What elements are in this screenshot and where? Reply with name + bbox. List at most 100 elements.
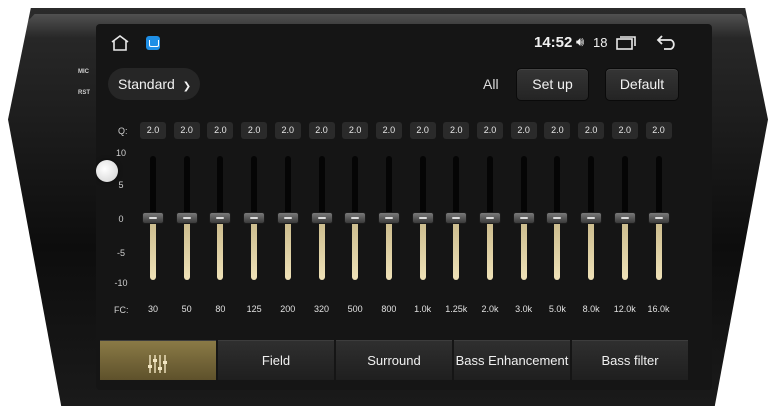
eq-band: 2.0 30 [138,120,168,320]
gain-slider-thumb[interactable] [377,212,400,224]
eq-band: 2.0 16.0k [644,120,674,320]
frequency-label: 1.0k [414,304,432,314]
q-value-box[interactable]: 2.0 [578,122,605,139]
eq-band: 2.0 3.0k [509,120,539,320]
mic-label: MIC [78,69,89,75]
status-bar: 14:52 🔊︎ 18 [96,24,712,60]
scale-label: 10 [115,148,126,158]
gain-slider-fill [487,218,493,280]
tab-bass-enhancement[interactable]: Bass Enhancement [454,340,570,380]
gain-slider-thumb[interactable] [276,212,299,224]
frequency-label: 30 [147,304,158,314]
frequency-label: 200 [280,304,296,314]
preset-label: Standard [118,76,175,92]
gain-slider-thumb[interactable] [479,212,501,224]
gain-slider-thumb[interactable] [613,212,636,224]
gain-slider-thumb[interactable] [310,212,333,224]
tab-field[interactable]: Field [218,340,334,380]
tab-bass-filter[interactable]: Bass filter [572,340,688,380]
q-value-box[interactable]: 2.0 [443,122,470,139]
q-value-box[interactable]: 2.0 [342,122,369,139]
q-value-box[interactable]: 2.0 [611,122,638,139]
gain-slider-fill [453,218,460,280]
q-value-box[interactable]: 2.0 [544,122,571,139]
gain-slider-thumb[interactable] [647,212,670,224]
gain-slider-fill [217,218,224,280]
fc-axis-label: FC: [114,305,129,315]
frequency-label: 12.0k [613,304,636,314]
tab-equalizer[interactable] [100,340,216,380]
gain-slider-fill [419,218,426,280]
frequency-label: 5.0k [548,304,566,314]
gain-slider-thumb[interactable] [445,212,468,224]
recent-apps-icon[interactable] [616,36,636,50]
q-value-box[interactable]: 2.0 [409,122,436,139]
gain-slider-fill [655,218,662,280]
gain-slider-fill [621,218,628,280]
q-value-box[interactable]: 2.0 [274,122,301,139]
q-value-box[interactable]: 2.0 [375,122,402,139]
q-value-box[interactable]: 2.0 [645,122,672,139]
gain-slider-thumb[interactable] [411,212,434,224]
back-icon[interactable] [656,34,678,50]
eq-band: 2.0 80 [205,120,235,320]
volume-icon[interactable]: 🔊︎ [576,34,584,50]
eq-band: 2.0 2.0k [475,120,505,320]
gain-slider-thumb[interactable] [209,212,232,224]
volume-level: 18 [593,35,608,50]
gain-slider-thumb[interactable] [142,212,164,224]
q-value-box[interactable]: 2.0 [140,122,166,139]
gain-slider-fill [588,218,595,280]
eq-band: 2.0 8.0k [576,120,606,320]
q-value-box[interactable]: 2.0 [477,122,503,139]
gain-slider-fill [183,218,190,280]
reset-label[interactable]: RST [78,90,90,96]
gain-slider-fill [284,218,291,280]
scale-label: 5 [118,180,124,190]
gain-slider-fill [251,218,258,280]
eq-band: 2.0 1.25k [441,120,471,320]
gain-slider-thumb[interactable] [580,212,603,224]
frequency-label: 320 [313,304,330,314]
q-value-box[interactable]: 2.0 [241,122,268,139]
frequency-label: 3.0k [515,304,533,314]
frequency-label: 80 [215,304,226,314]
clock: 14:52 [534,34,573,51]
q-value-box[interactable]: 2.0 [510,122,537,139]
q-value-box[interactable]: 2.0 [308,122,335,139]
gain-slider-thumb[interactable] [546,212,569,224]
q-value-box[interactable]: 2.0 [207,122,234,139]
equalizer-icon [146,351,170,373]
frequency-label: 1.25k [445,304,468,314]
scale-label: -5 [116,248,125,258]
scale-label: -10 [114,278,128,288]
q-value-box[interactable]: 2.0 [173,122,200,139]
eq-band: 2.0 500 [340,120,370,320]
gain-slider-thumb[interactable] [344,212,367,224]
gain-slider-fill [554,218,561,280]
setup-button[interactable]: Set up [516,68,589,101]
floating-assist-button[interactable] [96,160,118,182]
frequency-label: 8.0k [582,304,600,314]
eq-band: 2.0 125 [239,120,269,320]
screen: 14:52 🔊︎ 18 Standard ❯ All Set up Defaul… [96,24,712,390]
gain-slider-thumb[interactable] [175,212,198,224]
gain-slider-fill [150,218,156,280]
default-button[interactable]: Default [605,68,679,101]
eq-band: 2.0 5.0k [542,120,572,320]
eq-band: 2.0 50 [172,120,202,320]
gain-slider-fill [520,218,527,280]
preset-dropdown[interactable]: Standard ❯ [108,68,200,100]
q-axis-label: Q: [118,126,128,136]
eq-band: 2.0 200 [273,120,303,320]
home-icon[interactable] [110,35,130,51]
tab-surround[interactable]: Surround [336,340,452,380]
gain-slider-fill [352,218,359,280]
app-icon[interactable] [146,36,160,50]
gain-slider-thumb[interactable] [243,212,266,224]
frequency-label: 500 [347,304,363,314]
eq-band: 2.0 1.0k [408,120,438,320]
all-label[interactable]: All [483,76,499,92]
frequency-label: 2.0k [481,304,499,314]
gain-slider-thumb[interactable] [512,212,535,224]
